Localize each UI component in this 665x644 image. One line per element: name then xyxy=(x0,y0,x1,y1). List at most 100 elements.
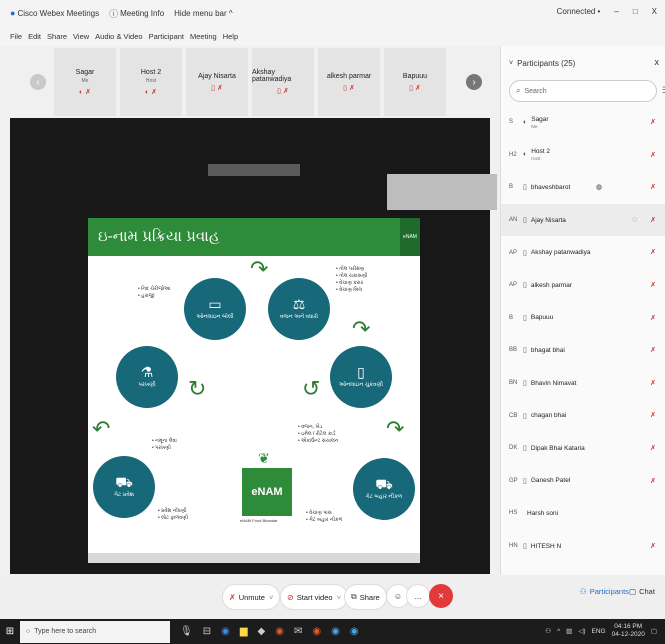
laptop-icon: ▭ xyxy=(208,296,222,312)
menu-edit[interactable]: Edit xyxy=(28,32,41,41)
unmute-button[interactable]: ✗ Unmute ˅ xyxy=(222,584,281,610)
connection-status[interactable]: Connected • xyxy=(557,7,601,16)
muted-mic-icon[interactable]: ✗ xyxy=(650,183,656,191)
participant-row[interactable]: HN ▯ HITESH N ✗ xyxy=(501,530,665,563)
firefox-icon[interactable]: ◉ xyxy=(275,626,284,637)
menu-view[interactable]: View xyxy=(73,32,89,41)
flow-arrow-icon: ↶ xyxy=(92,416,111,441)
participant-row[interactable]: AN ▯ Ajay Nisarta ◌ ✗ xyxy=(501,203,665,237)
thumbnail-sagar[interactable]: Sagar Me ◐ ✗ xyxy=(54,48,116,116)
flow-arrow-icon: ↺ xyxy=(302,376,321,401)
chevron-down-icon[interactable]: ˅ xyxy=(269,593,273,602)
muted-mic-icon[interactable]: ✗ xyxy=(650,411,656,419)
self-video-tile[interactable] xyxy=(387,174,497,210)
webex-taskbar-icon[interactable]: ◉ xyxy=(331,626,340,637)
network-icon[interactable]: ▥ xyxy=(566,627,572,635)
menu-share[interactable]: Share xyxy=(47,32,67,41)
participant-row[interactable]: S ◐ Sagar Me ✗ xyxy=(501,106,665,139)
participant-row[interactable]: B ▯ bhaveshbarot ◍ ✗ xyxy=(501,171,665,204)
taskbar-apps: 🎙 ⊟ ◉ ▆ ◆ ◉ ✉ ◉ ◉ ◉ xyxy=(180,626,359,637)
device-icon: ▯ xyxy=(523,282,527,290)
participant-row[interactable]: GP ▯ Ganesh Patel ✗ xyxy=(501,465,665,498)
close-button[interactable]: X xyxy=(652,7,657,16)
taskbar-search-input[interactable]: ○ Type here to search xyxy=(20,620,170,643)
thumbnail-ajay[interactable]: Ajay Nisarta ▯ ✗ xyxy=(186,48,248,116)
mic-icon[interactable]: 🎙 xyxy=(180,626,193,637)
device-icon: ▯ xyxy=(523,445,527,453)
unmute-label: Unmute xyxy=(238,592,265,602)
more-icon: ... xyxy=(414,591,422,601)
mail-icon[interactable]: ✉ xyxy=(294,626,302,637)
more-button[interactable]: ... xyxy=(406,584,430,608)
participant-row[interactable]: BN ▯ Bhavin Nimavat ✗ xyxy=(501,367,665,400)
menu-audio-video[interactable]: Audio & Video xyxy=(95,32,142,41)
muted-mic-icon[interactable]: ✗ xyxy=(650,379,656,387)
participant-row[interactable]: B ▯ Bapuuu ✗ xyxy=(501,302,665,335)
browser-icon[interactable]: ◉ xyxy=(312,626,321,637)
edge-icon[interactable]: ◉ xyxy=(221,626,230,637)
slide-header: ઇ-નામ પ્રક્રિયા પ્રવાહ xyxy=(88,218,400,256)
hide-menu-button[interactable]: Hide menu bar ^ xyxy=(174,9,232,18)
muted-mic-icon[interactable]: ✗ xyxy=(650,281,656,289)
task-view-icon[interactable]: ⊟ xyxy=(203,626,211,637)
participant-search-input[interactable]: ⌕ Search ☰ xyxy=(509,80,665,102)
minimize-button[interactable]: – xyxy=(614,7,618,16)
strip-right-arrow-icon[interactable]: › xyxy=(466,74,482,90)
participant-row[interactable]: AP ▯ alkesh parmar ✗ xyxy=(501,269,665,302)
chevron-down-icon[interactable]: ˅ xyxy=(337,593,341,602)
muted-mic-icon: ✗ xyxy=(229,592,236,602)
video-off-icon: ◐ xyxy=(523,151,528,159)
muted-mic-icon[interactable]: ✗ xyxy=(650,151,656,159)
muted-mic-icon[interactable]: ✗ xyxy=(650,216,656,224)
stage-gate-entry: ⛟ ગેટ પ્રવેશ xyxy=(93,456,155,518)
menu-help[interactable]: Help xyxy=(223,32,238,41)
participant-row[interactable]: HS Harsh soni xyxy=(501,497,665,530)
restore-button[interactable]: □ xyxy=(633,7,638,16)
menu-participant[interactable]: Participant xyxy=(149,32,184,41)
file-explorer-icon[interactable]: ▆ xyxy=(240,626,248,637)
muted-mic-icon[interactable]: ✗ xyxy=(650,346,656,354)
thumbnail-akshay[interactable]: Akshay patanwadiya ▯ ✗ xyxy=(252,48,314,116)
menu-meeting[interactable]: Meeting xyxy=(190,32,217,41)
muted-mic-icon[interactable]: ✗ xyxy=(650,477,656,485)
thumbnail-bapuuu[interactable]: Bapuuu ▯ ✗ xyxy=(384,48,446,116)
clock[interactable]: 04:16 PM 04-12-2020 xyxy=(612,623,645,639)
participant-row[interactable]: DK ▯ Dipak Bhai Kataria ✗ xyxy=(501,432,665,465)
muted-mic-icon[interactable]: ✗ xyxy=(650,248,656,256)
participants-button[interactable]: ⚇ Participants xyxy=(580,587,629,596)
share-button[interactable]: ⧉ Share xyxy=(344,584,387,610)
language-indicator[interactable]: ENG xyxy=(592,628,606,635)
participant-row[interactable]: AP ▯ Akshay patanwadiya ✗ xyxy=(501,236,665,269)
menu-file[interactable]: File xyxy=(10,32,22,41)
muted-mic-icon[interactable]: ✗ xyxy=(650,542,656,550)
panel-close-button[interactable]: x xyxy=(655,57,660,67)
bullets-assaying: • નમૂના લેવા • પરખણી xyxy=(152,438,177,451)
store-icon[interactable]: ◆ xyxy=(258,626,266,637)
collapse-chevron-icon[interactable]: ˅ xyxy=(509,60,513,67)
meeting-info-button[interactable]: ⓘ Meeting Info xyxy=(109,7,164,20)
windows-start-icon[interactable]: ⊞ xyxy=(0,619,20,644)
start-video-button[interactable]: ⊘ Start video ˅ xyxy=(280,584,348,610)
participant-row[interactable]: CB ▯ chagan bhai ✗ xyxy=(501,399,665,432)
stage-online-bid: ▭ ઓનલાઇન બોલી xyxy=(184,278,246,340)
muted-mic-icon[interactable]: ✗ xyxy=(650,444,656,452)
video-off-icon: ◐ xyxy=(523,118,528,126)
leaf-icon: ❦ xyxy=(258,450,270,466)
volume-icon[interactable]: ◁) xyxy=(578,627,585,635)
muted-mic-icon[interactable]: ✗ xyxy=(650,314,656,322)
thumbnail-alkesh[interactable]: alkesh parmar ▯ ✗ xyxy=(318,48,380,116)
enam-center-logo: eNAM xyxy=(242,468,292,516)
thumbnail-host-2[interactable]: Host 2 Host ◐ ✗ xyxy=(120,48,182,116)
strip-left-arrow-icon[interactable]: ‹ xyxy=(30,74,46,90)
chrome-icon[interactable]: ◉ xyxy=(350,626,359,637)
participant-row[interactable]: H2 ◐ Host 2 Host ✗ xyxy=(501,139,665,172)
notification-icon[interactable]: ▢ xyxy=(651,627,657,635)
chevron-up-icon[interactable]: ^ xyxy=(557,628,560,635)
scale-icon: ⚖ xyxy=(292,296,306,312)
muted-mic-icon[interactable]: ✗ xyxy=(650,118,656,126)
chat-button[interactable]: ▢ Chat xyxy=(629,587,655,596)
bullets-weighing: • તોલ પરીક્ષણ • તોલ ચકાસણી • વેચાણ કરાર … xyxy=(336,266,368,293)
people-icon[interactable]: ⚇ xyxy=(545,627,551,635)
end-meeting-button[interactable]: × xyxy=(429,584,453,608)
participant-row[interactable]: BB ▯ bhagat bhai ✗ xyxy=(501,334,665,367)
